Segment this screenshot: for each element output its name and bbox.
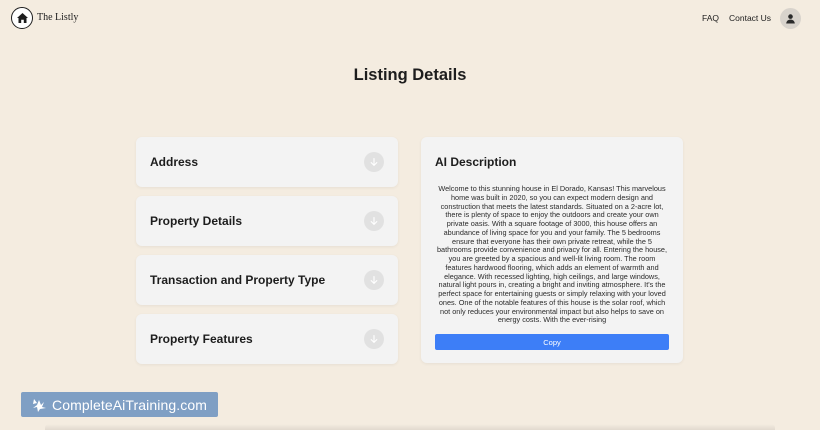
section-label: Address <box>150 155 199 169</box>
sparkle-logo-icon <box>31 397 47 413</box>
section-label: Property Details <box>150 214 243 228</box>
logo[interactable] <box>11 7 33 29</box>
arrow-down-icon <box>370 275 378 284</box>
watermark-text: CompleteAiTraining.com <box>52 396 207 413</box>
arrow-down-icon <box>370 334 378 343</box>
section-label: Property Features <box>150 332 253 346</box>
section-label: Transaction and Property Type <box>150 273 326 287</box>
nav-faq-link[interactable]: FAQ <box>702 13 719 23</box>
brand-name[interactable]: The Listly <box>37 12 78 23</box>
watermark-badge: CompleteAiTraining.com <box>21 392 218 417</box>
ai-description-scroll[interactable]: Welcome to this stunning house in El Dor… <box>435 185 669 325</box>
avatar[interactable] <box>780 8 801 29</box>
ai-description-text: Welcome to this stunning house in El Dor… <box>437 185 667 325</box>
ai-description-title: AI Description <box>435 155 517 169</box>
section-property-details[interactable]: Property Details <box>136 196 398 246</box>
section-address[interactable]: Address <box>136 137 398 187</box>
expand-button[interactable] <box>364 152 384 172</box>
section-transaction-type[interactable]: Transaction and Property Type <box>136 255 398 305</box>
expand-button[interactable] <box>364 329 384 349</box>
arrow-down-icon <box>370 216 378 225</box>
page: The Listly FAQ Contact Us Listing Detail… <box>0 0 820 430</box>
section-property-features[interactable]: Property Features <box>136 314 398 364</box>
page-title: Listing Details <box>353 66 467 84</box>
copy-button[interactable]: Copy <box>435 334 669 350</box>
house-icon <box>16 13 28 23</box>
arrow-down-icon <box>370 157 378 166</box>
bottom-bar <box>45 424 775 430</box>
nav-contact-link[interactable]: Contact Us <box>729 13 771 23</box>
user-icon <box>786 14 795 24</box>
expand-button[interactable] <box>364 211 384 231</box>
ai-description-panel: AI Description Welcome to this stunning … <box>421 137 683 363</box>
expand-button[interactable] <box>364 270 384 290</box>
header: The Listly FAQ Contact Us <box>0 0 820 38</box>
